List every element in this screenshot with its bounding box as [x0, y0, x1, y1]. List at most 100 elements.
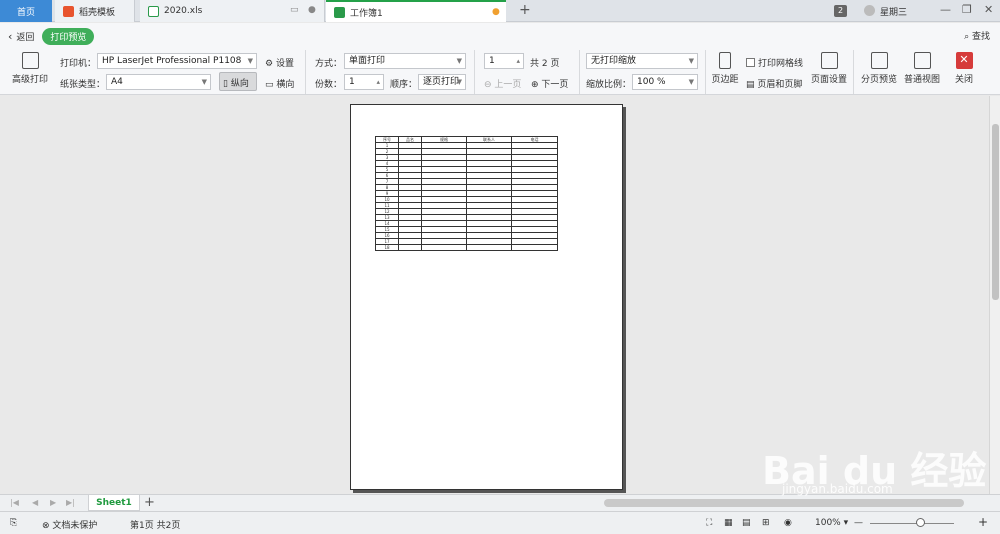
prev-page-button[interactable]: ⊖ 上一页	[484, 77, 521, 90]
stepper-arrows-icon: ▴	[516, 57, 520, 65]
restore-icon[interactable]: ❐	[962, 3, 972, 16]
header-footer-button[interactable]: ▤ 页眉和页脚	[746, 77, 802, 90]
printer-select[interactable]: HP LaserJet Professional P1108 ▼	[97, 53, 257, 69]
zoom-ratio-select[interactable]: 100 % ▼	[632, 74, 698, 90]
order-value: 逐页打印	[423, 77, 460, 87]
page-setup-button[interactable]: 页面设置	[810, 52, 848, 85]
margins-label: 页边距	[711, 75, 739, 85]
workbook-icon[interactable]: ⎘	[10, 518, 17, 528]
printer-value: HP LaserJet Professional P1108	[102, 56, 242, 66]
spreadsheet-icon	[334, 6, 345, 18]
page-setup-icon	[820, 52, 838, 69]
portrait-button[interactable]: ▯ 纵向	[219, 72, 257, 91]
settings-button[interactable]: ⚙ 设置	[265, 56, 294, 69]
empty-cell	[466, 244, 512, 251]
grid-view-icon	[913, 52, 931, 69]
page-total: 共 2 页	[530, 59, 560, 69]
print-scaling-select[interactable]: 无打印缩放 ▼	[586, 53, 698, 69]
normal-view-icon[interactable]: ▦	[724, 518, 733, 528]
order-label: 顺序：	[390, 80, 418, 90]
zoom-slider[interactable]	[870, 523, 954, 524]
empty-cell	[421, 244, 467, 251]
chevron-down-icon: ▼	[456, 57, 462, 65]
last-sheet-icon[interactable]: ▶|	[66, 498, 75, 507]
advanced-print-label: 高级打印	[11, 75, 48, 85]
copies-stepper[interactable]: 1 ▴	[344, 74, 384, 90]
add-sheet-button[interactable]: +	[144, 495, 155, 510]
back-button[interactable]: ‹ 返回	[8, 30, 34, 43]
vertical-scrollbar[interactable]	[989, 96, 1000, 494]
vertical-scroll-thumb[interactable]	[992, 124, 999, 300]
next-sheet-icon[interactable]: ▶	[50, 498, 56, 507]
page-layout-icon[interactable]: ▤	[742, 518, 751, 528]
window-count-badge[interactable]: 2	[834, 5, 847, 17]
landscape-button[interactable]: ▭ 横向	[265, 77, 294, 90]
normal-view-button[interactable]: 普通视图	[903, 52, 941, 85]
page-break-preview-label: 分页预览	[860, 75, 897, 85]
tab-daoke-label: 稻壳模板	[79, 7, 116, 18]
chevron-down-icon: ▼	[688, 78, 694, 86]
user-name[interactable]: 星期三	[880, 5, 907, 18]
gear-icon: ⚙	[265, 59, 274, 69]
protect-label: 文档未保护	[52, 521, 98, 531]
landscape-icon: ▭	[265, 80, 274, 90]
daoke-icon	[63, 5, 74, 17]
copies-label: 份数：	[315, 80, 343, 90]
tab-home-label: 首页	[16, 7, 35, 18]
copies-value: 1	[349, 77, 355, 87]
prev-sheet-icon[interactable]: ◀	[32, 498, 38, 507]
arrow-right-circle-icon: ⊕	[531, 80, 539, 90]
print-order-select[interactable]: 逐页打印 ▼	[418, 74, 466, 90]
tab-workbook1[interactable]: 工作簿1 ●	[326, 0, 506, 22]
paper-value: A4	[111, 77, 123, 87]
tab-dot-icon: ●	[308, 5, 316, 15]
divider	[705, 50, 706, 94]
tab-daoke-templates[interactable]: 稻壳模板	[55, 0, 135, 22]
page-number-stepper[interactable]: 1 ▴	[484, 53, 524, 69]
page-break-preview-button[interactable]: 分页预览	[860, 52, 898, 85]
avatar[interactable]	[864, 5, 875, 16]
margins-icon	[719, 52, 731, 69]
spreadsheet-icon	[148, 5, 159, 17]
page-number-value: 1	[489, 56, 495, 66]
close-preview-button[interactable]: ✕ 关闭	[953, 52, 975, 85]
advanced-print-button[interactable]: 高级打印	[8, 52, 52, 85]
tab-book-label: 工作簿1	[350, 8, 383, 19]
search-button[interactable]: ⌕ 查找	[964, 29, 990, 42]
checkbox-icon	[746, 58, 755, 67]
status-bar: ⎘ ⊗ 文档未保护 第1页 共2页 ⛶ ▦ ▤ ⊞ ◉ 100% ▾ — +	[0, 511, 1000, 534]
margins-button[interactable]: 页边距	[710, 52, 740, 85]
print-mode-select[interactable]: 单面打印 ▼	[344, 53, 466, 69]
tab-home[interactable]: 首页	[0, 0, 52, 22]
scaling-value: 无打印缩放	[591, 56, 637, 66]
divider	[853, 50, 854, 94]
eye-protection-icon[interactable]: ◉	[784, 518, 792, 528]
empty-cell	[511, 244, 558, 251]
tab-2020-xls[interactable]: 2020.xls ▭ ●	[140, 0, 325, 22]
zoom-in-icon[interactable]: +	[978, 515, 988, 529]
minimize-icon[interactable]: —	[940, 3, 951, 16]
portrait-label: 纵向	[230, 79, 249, 89]
monitor-icon[interactable]: ▭	[290, 5, 299, 15]
chevron-down-icon: ▼	[247, 57, 253, 65]
close-window-icon[interactable]: ✕	[984, 3, 993, 16]
printer-icon	[21, 52, 39, 69]
chevron-down-icon: ▼	[456, 78, 462, 86]
zoom-out-icon[interactable]: —	[854, 518, 863, 528]
paper-type-select[interactable]: A4 ▼	[106, 74, 211, 90]
next-page-button[interactable]: ⊕ 下一页	[531, 77, 568, 90]
sheet-tab-sheet1[interactable]: Sheet1	[88, 495, 140, 511]
zoom-slider-thumb[interactable]	[916, 518, 925, 527]
search-icon: ⌕	[964, 32, 970, 42]
print-gridlines-checkbox[interactable]: 打印网格线	[746, 56, 803, 69]
fullscreen-icon[interactable]: ⛶	[706, 518, 712, 528]
sheet-tab-bar: |◀ ◀ ▶ ▶| Sheet1 +	[0, 494, 1000, 511]
horizontal-scrollbar[interactable]	[604, 499, 964, 507]
first-sheet-icon[interactable]: |◀	[10, 498, 19, 507]
page-break-view-icon[interactable]: ⊞	[762, 518, 770, 528]
protection-status[interactable]: ⊗ 文档未保护	[42, 518, 97, 531]
zoom-level[interactable]: 100% ▾	[815, 518, 848, 528]
gridlines-label: 打印网格线	[758, 59, 804, 69]
new-tab-button[interactable]: +	[519, 2, 531, 18]
portrait-icon: ▯	[223, 79, 228, 89]
